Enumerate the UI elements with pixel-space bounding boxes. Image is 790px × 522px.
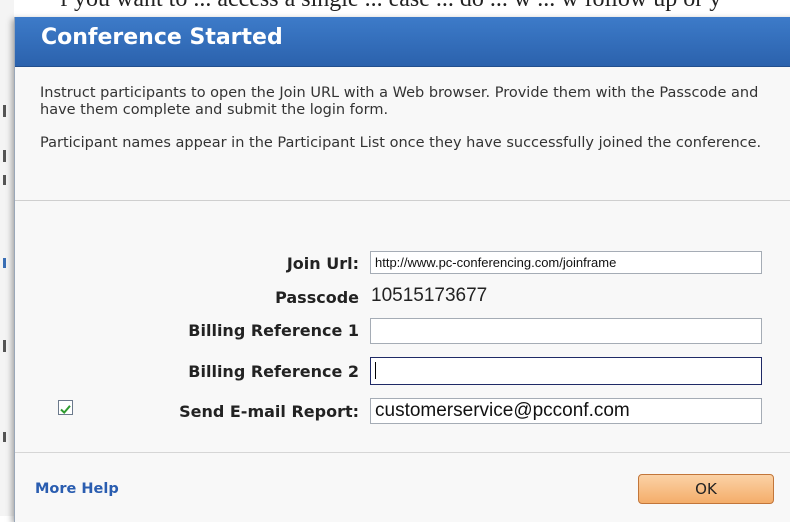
divider bbox=[15, 200, 790, 201]
passcode-value: 10515173677 bbox=[371, 285, 488, 306]
background-mark bbox=[3, 150, 6, 162]
conference-started-dialog: Conference Started Instruct participants… bbox=[14, 17, 790, 522]
passcode-label: Passcode bbox=[275, 288, 359, 307]
billing-reference-1-field[interactable] bbox=[370, 318, 762, 344]
more-help-link[interactable]: More Help bbox=[35, 481, 119, 497]
footer-divider bbox=[15, 452, 790, 453]
background-page-text: f you want to ... access a single ... ea… bbox=[60, 0, 790, 13]
background-mark bbox=[3, 258, 6, 268]
instructions-paragraph-1: Instruct participants to open the Join U… bbox=[40, 85, 759, 118]
ok-button[interactable]: OK bbox=[638, 474, 774, 504]
join-url-field[interactable]: http://www.pc-conferencing.com/joinframe bbox=[370, 251, 762, 274]
email-report-field[interactable]: customerservice@pcconf.com bbox=[370, 398, 762, 424]
send-email-checkbox[interactable] bbox=[58, 400, 73, 415]
instructions-paragraph-2: Participant names appear in the Particip… bbox=[40, 135, 762, 151]
background-mark bbox=[3, 340, 6, 352]
billing-reference-2-label: Billing Reference 2 bbox=[188, 362, 359, 381]
billing-reference-2-field[interactable] bbox=[370, 357, 762, 385]
dialog-title-bar: Conference Started bbox=[15, 17, 790, 67]
background-page-edge bbox=[0, 0, 14, 516]
text-cursor bbox=[375, 362, 376, 379]
checkmark-icon bbox=[60, 405, 71, 415]
send-email-label: Send E-mail Report: bbox=[179, 402, 359, 421]
join-url-label: Join Url: bbox=[286, 254, 359, 273]
background-mark bbox=[3, 432, 6, 442]
instructions: Instruct participants to open the Join U… bbox=[40, 85, 780, 168]
background-mark bbox=[3, 105, 6, 117]
dialog-title: Conference Started bbox=[41, 25, 283, 50]
background-mark bbox=[3, 175, 6, 185]
billing-reference-1-label: Billing Reference 1 bbox=[188, 321, 359, 340]
